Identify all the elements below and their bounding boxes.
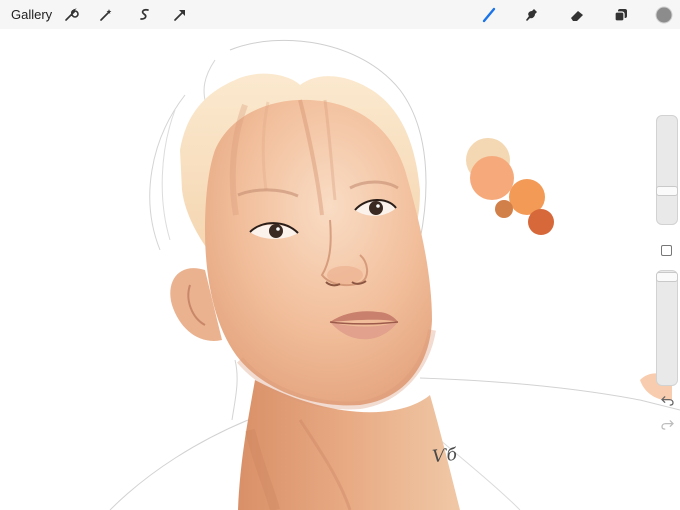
undo-icon[interactable]: [659, 393, 675, 407]
modify-square-icon[interactable]: [661, 245, 672, 256]
eraser-icon[interactable]: [566, 4, 588, 26]
brush-size-handle[interactable]: [656, 185, 678, 196]
portrait-painting: [109, 39, 680, 510]
brush-icon[interactable]: [478, 4, 500, 26]
gallery-button[interactable]: Gallery: [11, 7, 52, 22]
transform-arrow-icon[interactable]: [169, 4, 191, 26]
palette-blob-2: [470, 156, 514, 200]
layers-icon[interactable]: [610, 4, 632, 26]
selection-icon[interactable]: [134, 4, 156, 26]
smudge-icon[interactable]: [521, 4, 543, 26]
top-toolbar: Gallery: [0, 0, 680, 29]
magic-wand-icon[interactable]: [95, 4, 117, 26]
opacity-handle[interactable]: [656, 272, 678, 282]
redo-icon[interactable]: [659, 417, 675, 431]
palette-blob-4: [495, 200, 513, 218]
artist-signature: Ѵб: [431, 444, 458, 468]
opacity-slider[interactable]: [656, 270, 678, 386]
palette-blob-5: [528, 209, 554, 235]
side-toolbar: [656, 115, 678, 440]
color-swatch-icon[interactable]: [653, 4, 675, 26]
wrench-icon[interactable]: [60, 4, 82, 26]
brush-size-slider[interactable]: [656, 115, 678, 225]
drawing-canvas[interactable]: [0, 29, 680, 510]
